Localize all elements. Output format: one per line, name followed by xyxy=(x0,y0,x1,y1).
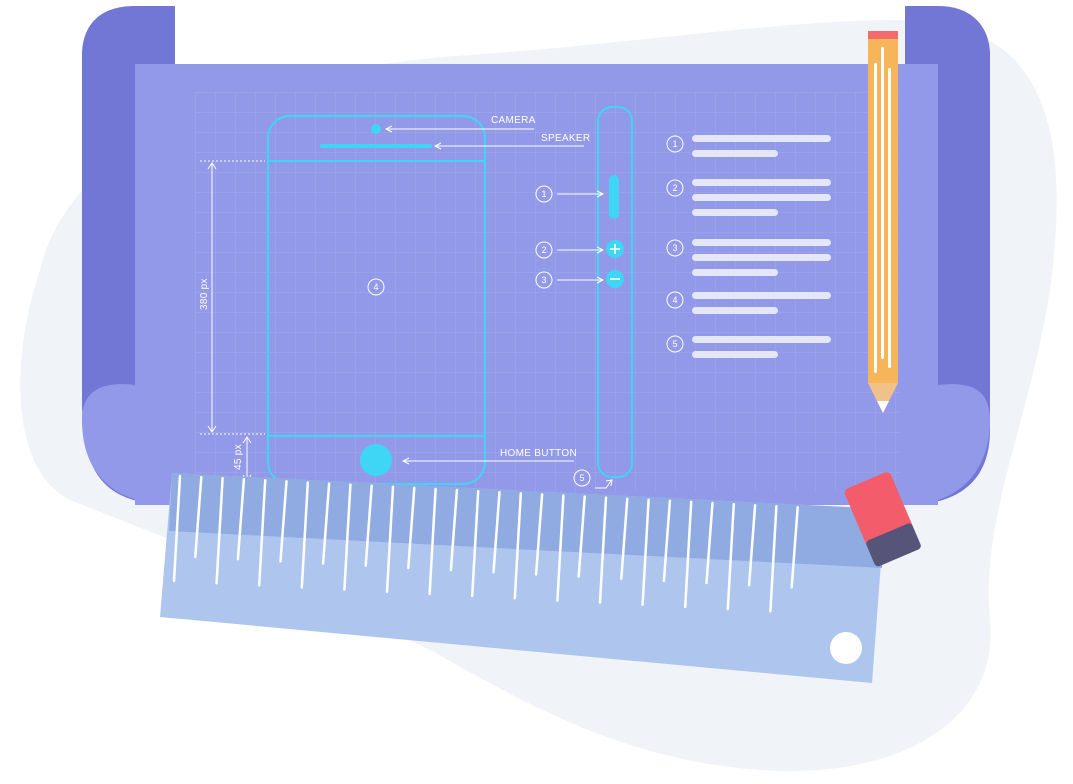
marker-screen: 4 xyxy=(373,282,378,292)
blueprint-illustration: 380 px 45 px CAMERA SPEAKER HOME BUTTON … xyxy=(20,6,1057,772)
legend-number: 2 xyxy=(672,183,677,193)
legend-number: 1 xyxy=(672,139,677,149)
home-button-shape xyxy=(360,444,392,476)
blueprint-paper xyxy=(82,6,990,505)
side-button-shape xyxy=(609,175,619,219)
marker-volume-down: 3 xyxy=(541,275,546,285)
camera-dot xyxy=(371,124,381,134)
speaker-label: SPEAKER xyxy=(541,133,590,144)
camera-label: CAMERA xyxy=(491,115,536,126)
marker-side-button: 1 xyxy=(541,189,546,199)
marker-side-frame: 5 xyxy=(579,473,584,483)
pencil-end xyxy=(868,31,898,39)
height-screen-label: 380 px xyxy=(199,278,210,310)
home-button-label: HOME BUTTON xyxy=(500,448,577,459)
ruler-hole xyxy=(830,632,862,664)
legend-number: 4 xyxy=(672,295,677,305)
height-bottom-label: 45 px xyxy=(233,444,244,470)
legend-number: 5 xyxy=(672,339,677,349)
pencil xyxy=(868,31,898,413)
marker-volume-up: 2 xyxy=(541,245,546,255)
legend-number: 3 xyxy=(672,243,677,253)
